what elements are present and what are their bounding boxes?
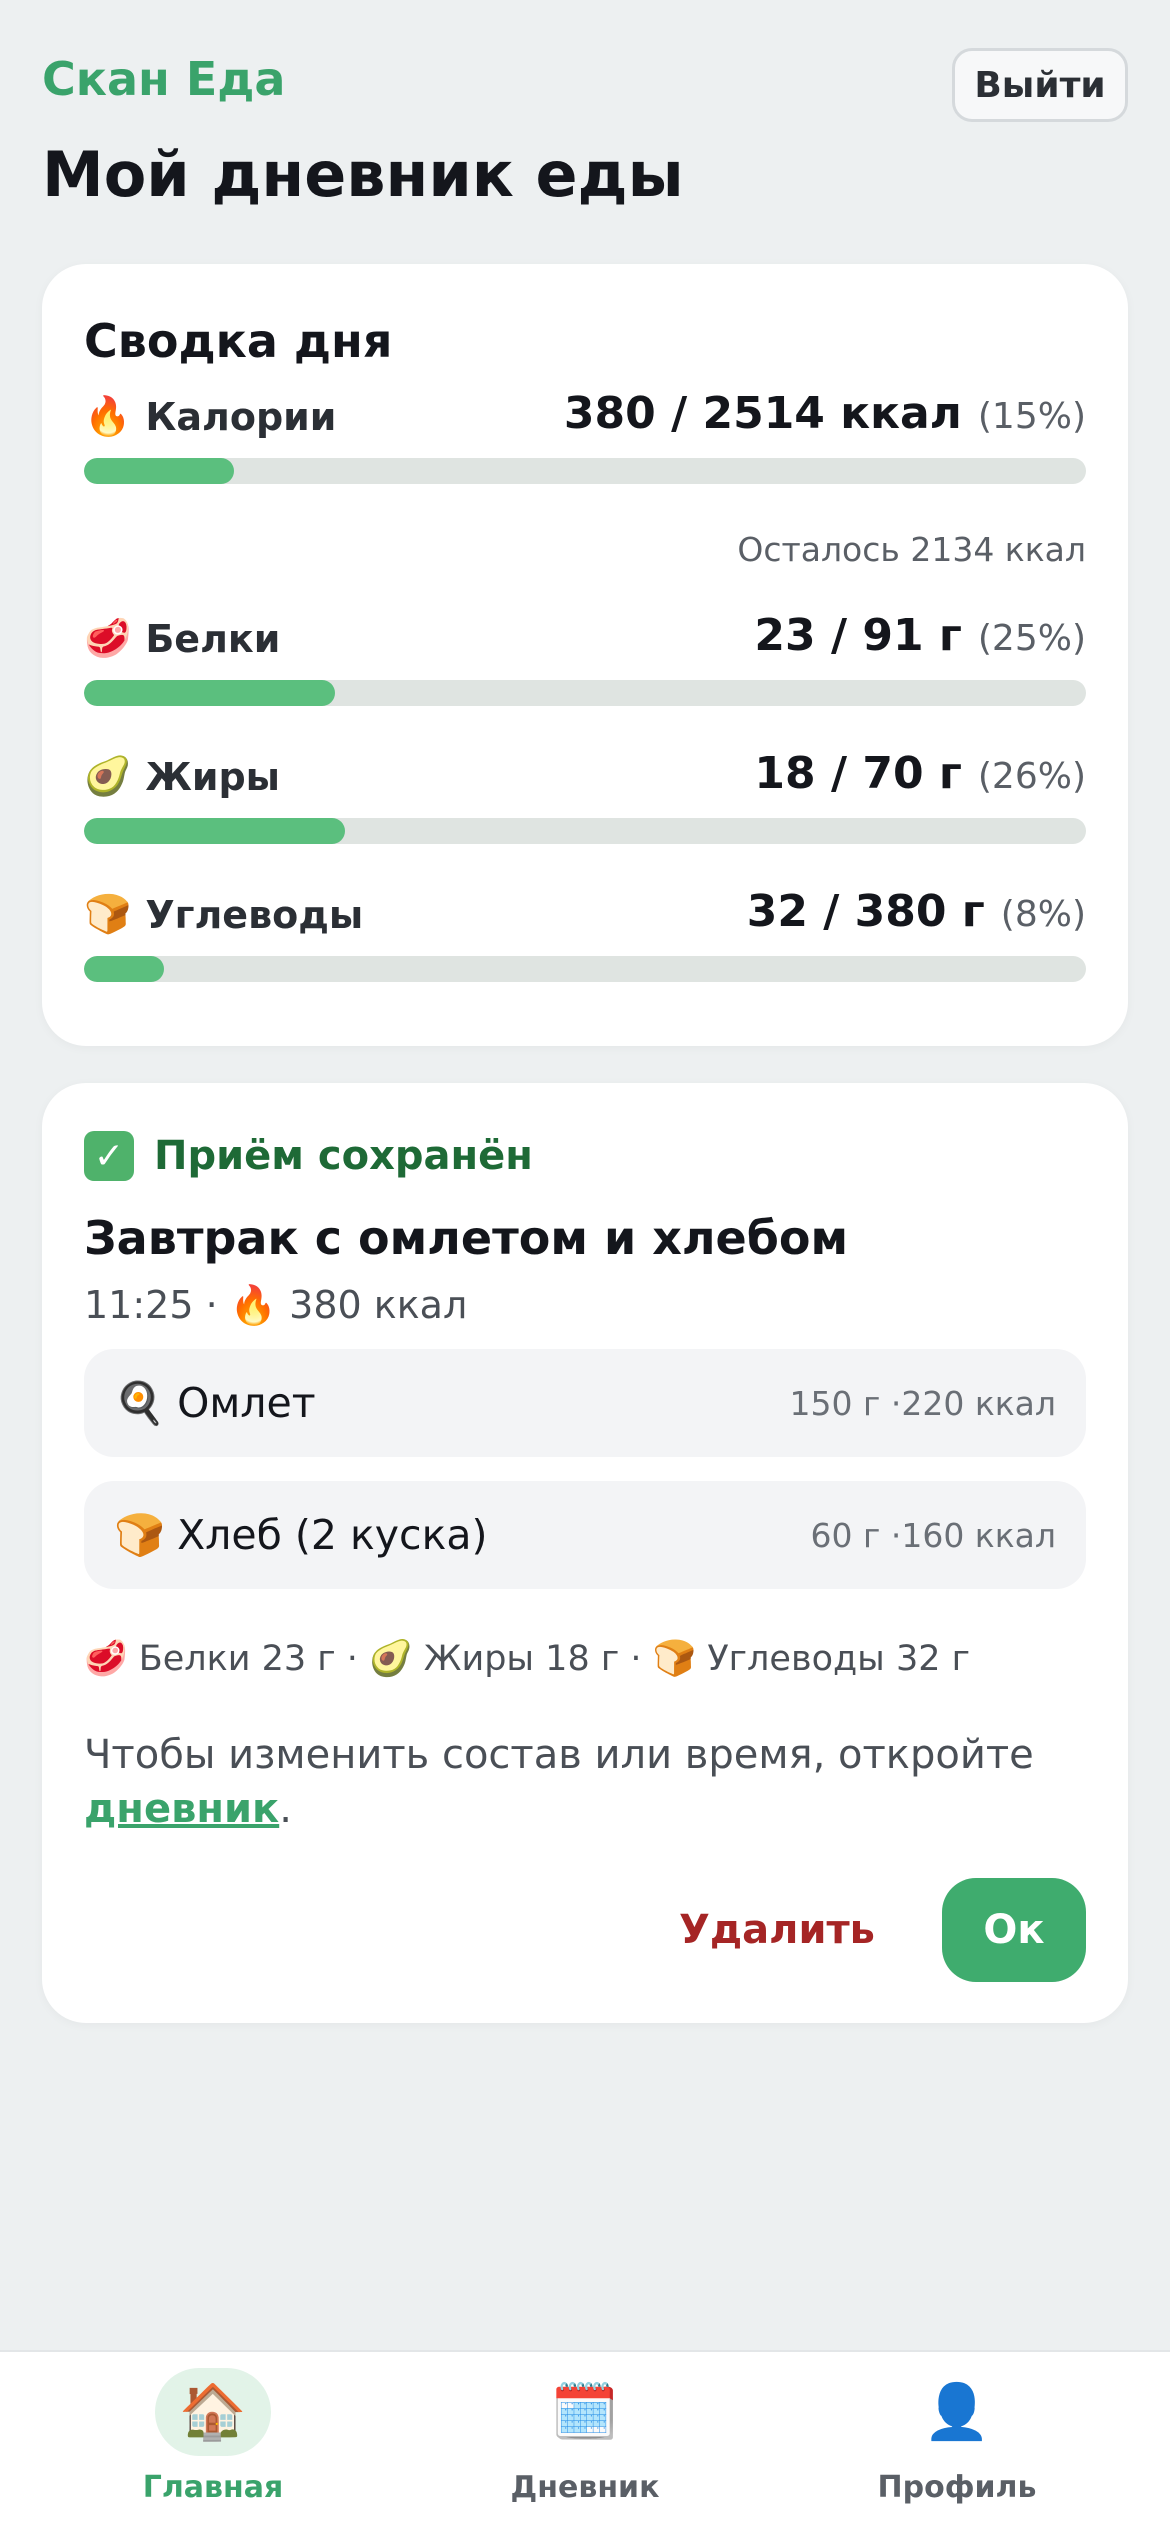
- calories-progress-bar: [84, 458, 1086, 484]
- meal-item-detail: 150 г ·220 ккал: [789, 1383, 1056, 1423]
- bottom-navigation: 🏠 Главная 🗓️ Дневник 👤 Профиль: [0, 2350, 1170, 2532]
- avocado-icon: 🥑: [84, 754, 132, 798]
- metric-label: Белки: [145, 616, 281, 661]
- saved-label: Приём сохранён: [154, 1133, 533, 1179]
- nav-item-diary[interactable]: 🗓️ Дневник: [435, 2368, 735, 2528]
- metric-amount: 23 / 91 г: [754, 610, 962, 661]
- carbs-progress-bar: [84, 956, 1086, 982]
- meal-saved-card: ✓ Приём сохранён Завтрак с омлетом и хле…: [42, 1083, 1128, 2023]
- metric-percent: (8%): [1000, 894, 1086, 935]
- nav-item-profile[interactable]: 👤 Профиль: [807, 2368, 1107, 2528]
- check-icon: ✓: [84, 1131, 134, 1181]
- edit-hint: Чтобы изменить состав или время, откройт…: [84, 1728, 1086, 1836]
- hint-text: Чтобы изменить состав или время, откройт…: [84, 1732, 1034, 1778]
- hint-end: .: [279, 1786, 292, 1832]
- nav-label: Дневник: [510, 2470, 660, 2505]
- fat-progress-bar: [84, 818, 1086, 844]
- metric-label: Калории: [145, 394, 337, 439]
- progress-fill: [84, 458, 235, 484]
- diary-link[interactable]: дневник: [84, 1786, 279, 1832]
- nav-label: Главная: [142, 2470, 284, 2505]
- metric-percent: (26%): [977, 756, 1086, 797]
- metric-percent: (25%): [977, 618, 1086, 659]
- page-title: Мой дневник еды: [42, 138, 684, 211]
- meal-item: 🍞 Хлеб (2 куска) 60 г ·160 ккал: [84, 1481, 1086, 1589]
- nav-label: Профиль: [877, 2470, 1037, 2505]
- bread-icon: 🍞: [114, 1510, 166, 1559]
- meal-item-detail: 60 г ·160 ккал: [810, 1515, 1056, 1555]
- metric-label: Углеводы: [145, 892, 364, 937]
- metric-amount: 18 / 70 г: [754, 748, 962, 799]
- app-screen: Скан Еда Выйти Мой дневник еды Сводка дн…: [0, 0, 1170, 2532]
- remaining-calories: Осталось 2134 ккал: [737, 530, 1086, 569]
- metric-amount: 32 / 380 г: [746, 886, 985, 937]
- metric-amount: 380 / 2514 ккал: [563, 388, 962, 439]
- protein-progress-bar: [84, 680, 1086, 706]
- progress-fill: [84, 818, 345, 844]
- progress-fill: [84, 956, 165, 982]
- meal-title: Завтрак с омлетом и хлебом: [84, 1211, 849, 1265]
- meal-meta: 11:25 · 🔥 380 ккал: [84, 1283, 468, 1327]
- day-summary-card: Сводка дня 🔥 Калории 380 / 2514 ккал (15…: [42, 264, 1128, 1046]
- metric-label: Жиры: [145, 754, 281, 799]
- ok-button[interactable]: Ок: [942, 1878, 1086, 1982]
- meal-item-name: Омлет: [177, 1379, 316, 1427]
- fire-icon: 🔥: [84, 394, 132, 438]
- logout-button[interactable]: Выйти: [952, 48, 1128, 122]
- calendar-icon: 🗓️: [551, 2380, 619, 2443]
- metric-percent: (15%): [977, 396, 1086, 437]
- progress-fill: [84, 680, 335, 706]
- saved-status: ✓ Приём сохранён: [84, 1131, 533, 1181]
- meal-item: 🍳 Омлет 150 г ·220 ккал: [84, 1349, 1086, 1457]
- meal-item-name: Хлеб (2 куска): [177, 1511, 488, 1559]
- bread-icon: 🍞: [84, 892, 132, 936]
- frying-pan-icon: 🍳: [114, 1378, 166, 1427]
- nav-item-home[interactable]: 🏠 Главная: [63, 2368, 363, 2528]
- home-icon: 🏠: [155, 2368, 271, 2456]
- meal-macros: 🥩 Белки 23 г · 🥑 Жиры 18 г · 🍞 Углеводы …: [84, 1639, 970, 1679]
- delete-button[interactable]: Удалить: [662, 1878, 892, 1982]
- summary-title: Сводка дня: [84, 314, 393, 368]
- profile-icon: 👤: [923, 2380, 991, 2443]
- brand-logo: Скан Еда: [42, 52, 286, 106]
- meat-icon: 🥩: [84, 616, 132, 660]
